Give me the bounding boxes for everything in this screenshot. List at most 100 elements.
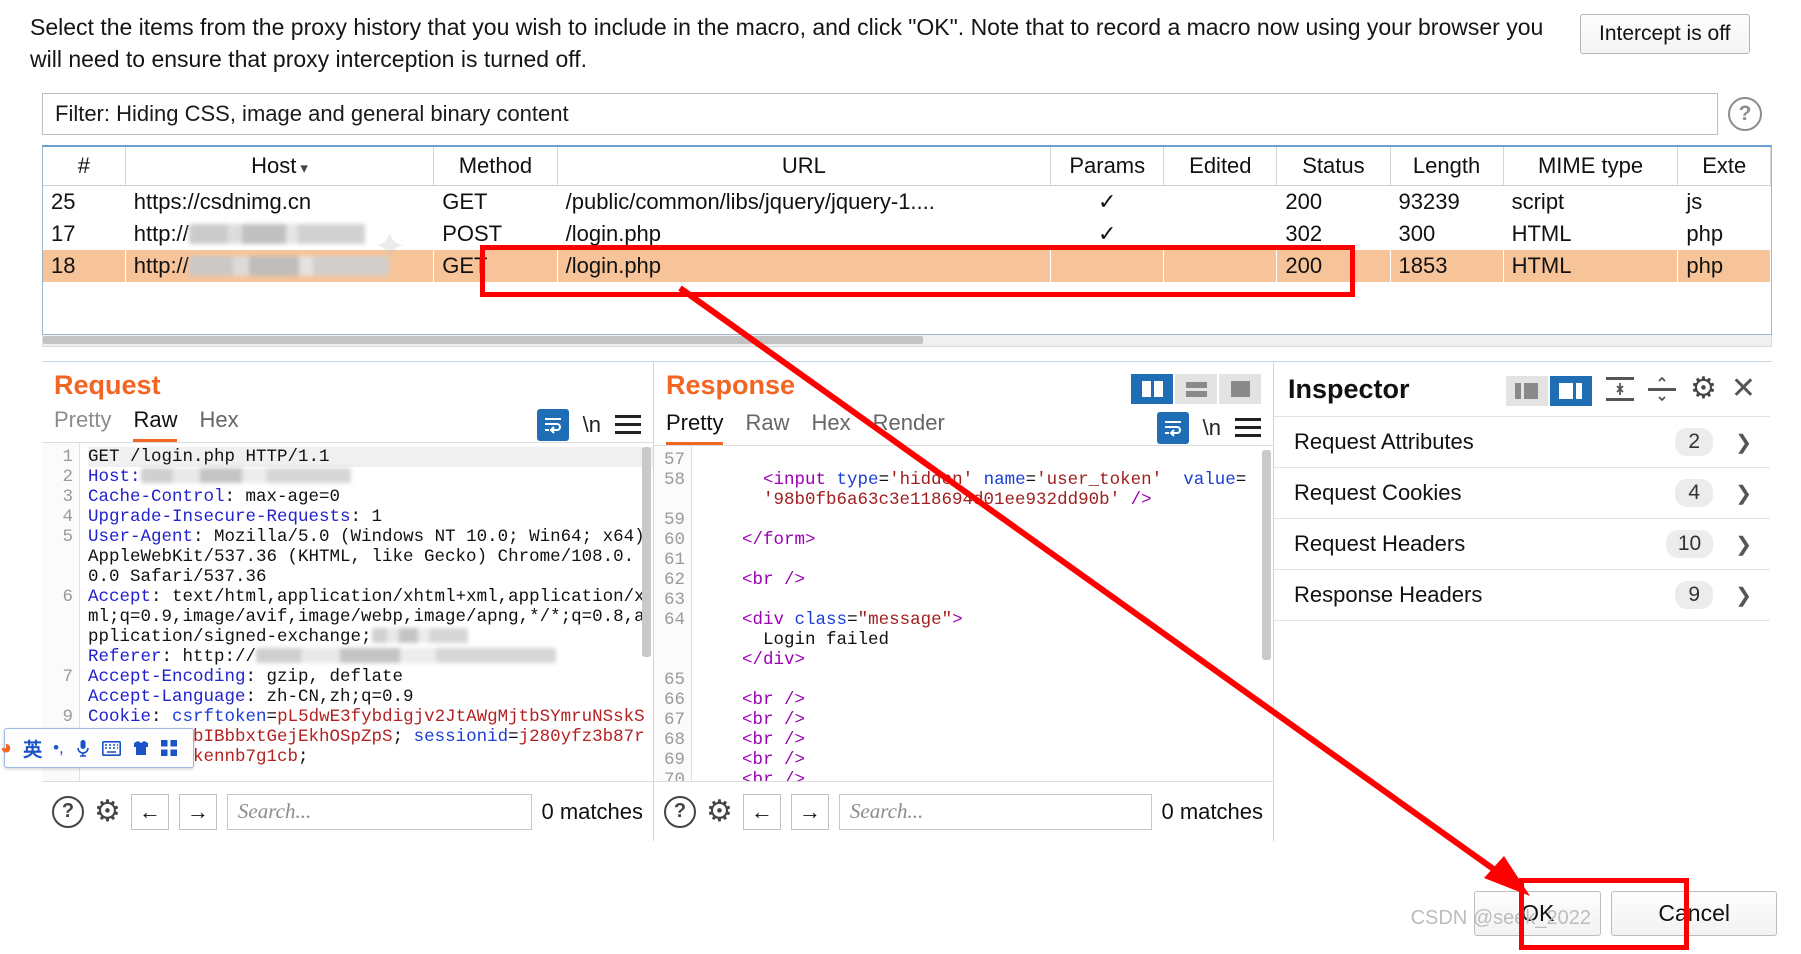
request-match-count: 0 matches [541, 798, 644, 824]
tab-response-render[interactable]: Render [873, 410, 945, 445]
inspector-tools: ⚙ ✕ [1505, 372, 1756, 407]
column-header-method[interactable]: Method [433, 147, 558, 187]
table-row-selected[interactable]: 18 http:// GET /login.php 200 1853 HTML … [43, 250, 1771, 283]
microphone-icon[interactable] [75, 739, 91, 757]
column-header-status[interactable]: Status [1276, 147, 1391, 187]
chevron-down-icon[interactable]: ❯ [1735, 583, 1752, 608]
chevron-down-icon[interactable]: ❯ [1735, 532, 1752, 557]
cancel-button[interactable]: Cancel [1611, 891, 1777, 936]
column-header-num[interactable]: # [43, 147, 126, 187]
arrow-left-icon[interactable]: ← [742, 793, 781, 830]
single-pane-icon[interactable] [1219, 374, 1261, 405]
gear-icon[interactable]: ⚙ [94, 796, 121, 827]
response-vertical-scrollbar[interactable] [1262, 450, 1271, 661]
cell-params: ✓ [1098, 189, 1117, 215]
code-line-1: GET /login.php HTTP/1.1 [88, 447, 653, 468]
gear-icon[interactable]: ⚙ [1690, 374, 1717, 404]
request-search-bar: ? ⚙ ← → Search... 0 matches [42, 781, 653, 841]
column-header-extension[interactable]: Exte [1677, 147, 1771, 187]
code-line-2: Host: [88, 467, 653, 487]
word-wrap-icon[interactable] [1156, 411, 1189, 444]
table-row[interactable]: 17 http:// POST /login.php ✓ 302 300 HTM… [43, 218, 1771, 250]
cell-num: 18 [43, 250, 126, 283]
chevron-down-icon[interactable]: ❯ [1735, 430, 1752, 455]
apps-grid-icon[interactable] [160, 740, 177, 756]
scrollbar-thumb[interactable] [43, 336, 923, 345]
split-vertical-icon[interactable] [1131, 374, 1173, 405]
code-line-62: <br /> [742, 570, 806, 591]
request-tabs: Pretty Raw Hex [54, 407, 239, 443]
column-header-mime[interactable]: MIME type [1503, 147, 1679, 187]
filter-bar[interactable]: Filter: Hiding CSS, image and general bi… [42, 93, 1718, 136]
gear-icon[interactable]: ⚙ [706, 796, 733, 827]
question-mark-icon[interactable]: ? [52, 795, 84, 828]
tab-response-hex[interactable]: Hex [811, 410, 850, 445]
word-wrap-icon[interactable] [536, 408, 569, 441]
table-horizontal-scrollbar[interactable] [42, 335, 1772, 348]
column-header-host[interactable]: Host ▾ [125, 147, 435, 187]
cell-num: 25 [51, 189, 76, 215]
ime-punctuation-toggle[interactable]: •, [53, 738, 64, 758]
inspector-section-request-attributes[interactable]: Request Attributes 2 ❯ [1274, 417, 1770, 469]
keyboard-icon[interactable] [101, 740, 121, 756]
tab-response-raw[interactable]: Raw [745, 410, 789, 445]
inspector-section-response-headers[interactable]: Response Headers 9 ❯ [1274, 570, 1770, 622]
code-line-6: Accept: text/html,application/xhtml+xml,… [88, 587, 645, 648]
tab-request-hex[interactable]: Hex [199, 407, 238, 442]
inspector-section-request-cookies[interactable]: Request Cookies 4 ❯ [1274, 468, 1770, 520]
column-header-length[interactable]: Length [1390, 147, 1504, 187]
cell-method: GET [442, 189, 488, 215]
split-horizontal-icon[interactable] [1175, 374, 1217, 405]
tab-response-pretty[interactable]: Pretty [666, 410, 724, 446]
response-code-editor[interactable]: 57 58 59 60 61 62 63 64 65 66 67 68 69 70 <input typ… [654, 445, 1273, 782]
instructions-text: Select the items from the proxy history … [30, 14, 1544, 72]
ok-button[interactable]: OK [1474, 891, 1602, 936]
cell-status: 302 [1285, 221, 1323, 247]
close-icon[interactable]: ✕ [1731, 374, 1756, 404]
newline-icon[interactable]: \n [1203, 415, 1221, 441]
table-row[interactable]: 25 https://csdnimg.cn GET /public/common… [43, 186, 1771, 219]
cell-length: 93239 [1398, 189, 1460, 215]
response-pane-header: Response [654, 362, 1273, 405]
arrow-right-icon[interactable]: → [790, 793, 829, 830]
tab-request-raw[interactable]: Raw [133, 407, 178, 443]
column-header-edited[interactable]: Edited [1163, 147, 1278, 187]
inspector-section-request-headers[interactable]: Request Headers 10 ❯ [1274, 519, 1770, 571]
menu-icon[interactable] [615, 415, 641, 435]
collapse-all-icon[interactable] [1605, 376, 1634, 402]
expand-all-icon[interactable] [1647, 376, 1676, 402]
response-search-input[interactable]: Search... [838, 793, 1152, 830]
tab-request-pretty[interactable]: Pretty [54, 407, 111, 442]
proxy-history-table[interactable]: ✦ # Host ▾ Method URL Params Edited Statu… [42, 145, 1772, 336]
request-vertical-scrollbar[interactable] [642, 447, 651, 658]
request-title: Request [54, 370, 161, 401]
split-right-icon[interactable] [1549, 376, 1592, 407]
skin-icon[interactable] [132, 740, 150, 756]
request-search-input[interactable]: Search... [226, 793, 532, 830]
cell-params: ✓ [1098, 221, 1117, 247]
section-label: Response Headers [1294, 582, 1483, 608]
column-header-params[interactable]: Params [1050, 147, 1165, 187]
chevron-down-icon[interactable]: ❯ [1735, 481, 1752, 506]
code-line-60: </form> [742, 530, 816, 551]
newline-icon[interactable]: \n [583, 412, 601, 438]
sogou-logo-icon[interactable]: ◕ [0, 737, 12, 760]
arrow-left-icon[interactable]: ← [130, 793, 169, 830]
ime-toolbar[interactable]: ◕ 英 •, [0, 728, 194, 768]
intercept-toggle-button[interactable]: Intercept is off [1580, 14, 1750, 54]
question-mark-icon[interactable]: ? [664, 795, 696, 828]
cell-method: GET [433, 250, 558, 283]
split-left-icon[interactable] [1505, 376, 1548, 407]
response-line-numbers: 57 58 59 60 61 62 63 64 65 66 67 68 69 70 [654, 446, 692, 782]
question-mark-icon[interactable]: ? [1728, 97, 1762, 132]
code-line-68: <br /> [742, 730, 806, 751]
arrow-right-icon[interactable]: → [178, 793, 217, 830]
request-tabs-row: Pretty Raw Hex \n [42, 407, 653, 443]
column-header-url[interactable]: URL [557, 147, 1052, 187]
menu-icon[interactable] [1235, 418, 1261, 438]
ime-mode-label[interactable]: 英 [23, 735, 42, 762]
cell-mime: HTML [1503, 250, 1678, 283]
cell-num: 17 [51, 221, 76, 247]
